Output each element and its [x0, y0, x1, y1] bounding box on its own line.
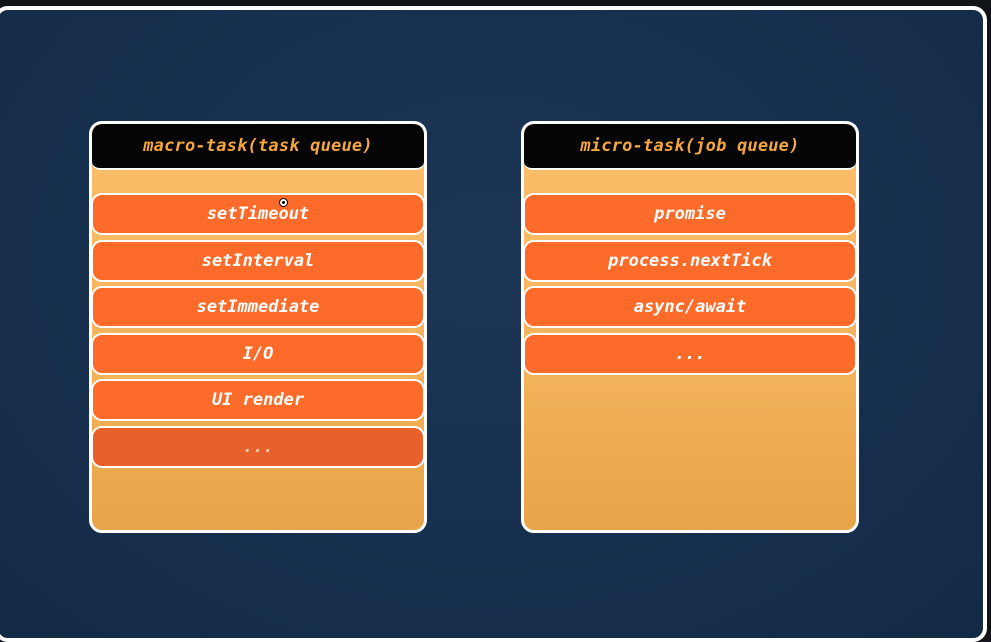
macro-item-setimmediate: setImmediate: [92, 286, 424, 328]
micro-item-promise: promise: [524, 193, 856, 235]
micro-task-queue-title: micro-task(job queue): [524, 124, 856, 170]
macro-item-setinterval: setInterval: [92, 240, 424, 282]
micro-task-queue: micro-task(job queue) promise process.ne…: [521, 121, 859, 533]
micro-item-async-await: async/await: [524, 286, 856, 328]
micro-item-process-nexttick: process.nextTick: [524, 240, 856, 282]
macro-item-ellipsis: ...: [92, 426, 424, 468]
macro-item-settimeout: setTimeout: [92, 193, 424, 235]
macro-item-io: I/O: [92, 333, 424, 375]
macro-item-ui-render: UI render: [92, 379, 424, 421]
macro-task-queue: macro-task(task queue) setTimeout setInt…: [89, 121, 427, 533]
micro-item-ellipsis: ...: [524, 333, 856, 375]
mouse-cursor-icon: [279, 198, 288, 207]
video-frame: macro-task(task queue) setTimeout setInt…: [0, 0, 991, 642]
macro-task-queue-title: macro-task(task queue): [92, 124, 424, 170]
